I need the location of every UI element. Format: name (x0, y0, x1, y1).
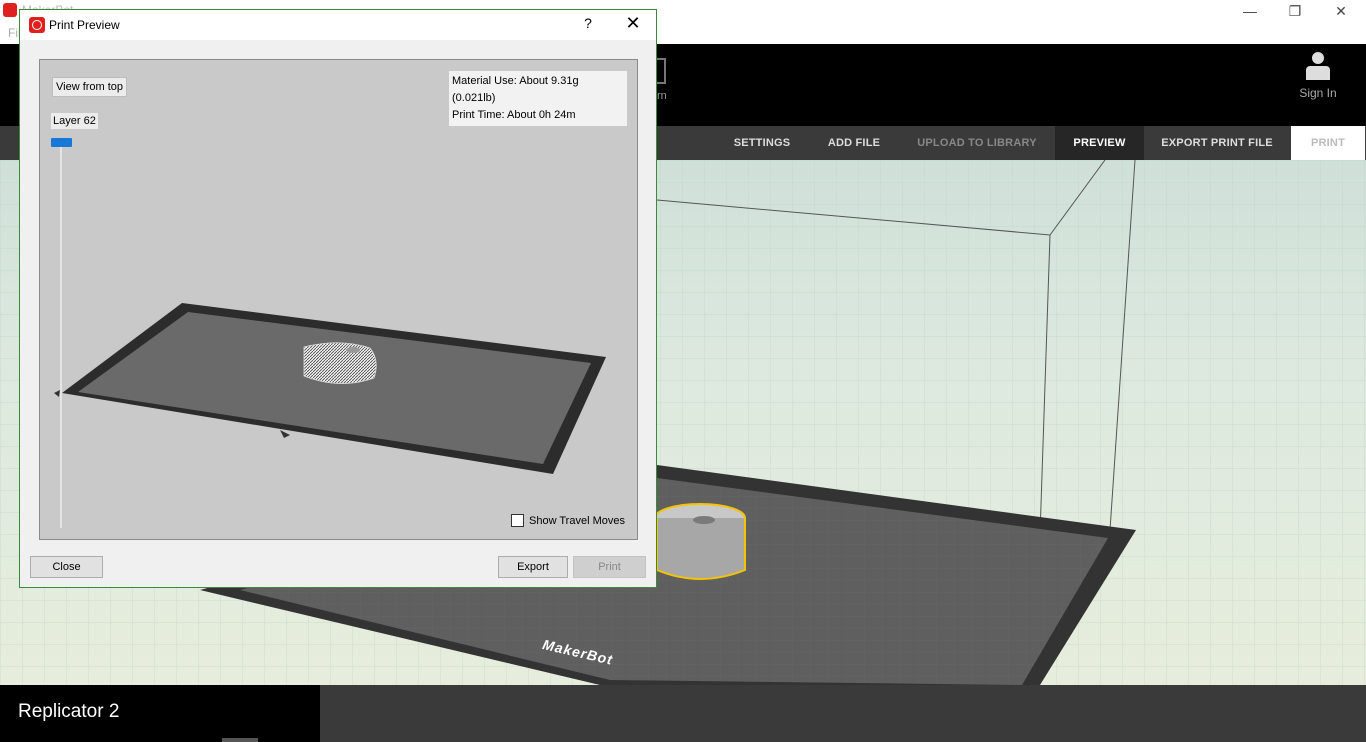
print-time-text: Print Time: About 0h 24m (452, 109, 576, 121)
print-preview-dialog: Print Preview ? ✕ View from top Material… (19, 9, 657, 588)
nav-export-print-file[interactable]: EXPORT PRINT FILE (1152, 126, 1282, 160)
nav-add-file[interactable]: ADD FILE (818, 126, 890, 160)
close-button[interactable]: Close (30, 556, 103, 578)
restore-button[interactable]: ❐ (1272, 0, 1318, 22)
help-button[interactable]: ? (578, 15, 598, 31)
material-use-text: Material Use: About 9.31g (0.021lb) (452, 75, 579, 104)
nav-preview[interactable]: PREVIEW (1055, 126, 1144, 160)
dialog-titlebar: Print Preview ? ✕ (20, 10, 656, 40)
view-from-top-button[interactable]: View from top (52, 77, 128, 97)
minimize-button[interactable]: — (1227, 0, 1273, 22)
layer-slider-track[interactable] (60, 142, 62, 528)
layer-slider-handle[interactable] (51, 138, 72, 147)
sign-in-button[interactable]: Sign In (1295, 52, 1341, 100)
nav-upload-to-library[interactable]: UPLOAD TO LIBRARY (908, 126, 1046, 160)
dialog-title: Print Preview (49, 18, 120, 32)
export-button[interactable]: Export (498, 556, 568, 578)
show-travel-moves-toggle[interactable]: Show Travel Moves (511, 514, 625, 527)
layer-label: Layer 62 (51, 113, 98, 129)
makerbot-app-icon (3, 3, 17, 17)
sign-in-label: Sign In (1299, 86, 1337, 100)
preview-viewport[interactable]: View from top Material Use: About 9.31g … (39, 59, 638, 540)
preview-canvas (54, 303, 606, 474)
show-travel-moves-checkbox[interactable] (511, 514, 524, 527)
print-info-box: Material Use: About 9.31g (0.021lb) Prin… (449, 71, 627, 126)
show-travel-moves-label: Show Travel Moves (529, 514, 625, 527)
makerbot-logo-icon (29, 17, 45, 33)
learn-label[interactable]: rn (657, 90, 667, 102)
user-icon-body (1306, 66, 1330, 80)
print-button[interactable]: Print (573, 556, 646, 578)
dialog-close-icon[interactable]: ✕ (620, 13, 646, 34)
window-close-button[interactable]: ✕ (1318, 0, 1364, 22)
bottom-tab-indicator (222, 738, 258, 742)
bottom-bar: Replicator 2 (0, 685, 1366, 742)
printer-selector[interactable]: Replicator 2 (0, 685, 320, 742)
user-icon (1312, 52, 1324, 64)
nav-print[interactable]: PRINT (1291, 126, 1365, 160)
nav-settings[interactable]: SETTINGS (724, 126, 800, 160)
